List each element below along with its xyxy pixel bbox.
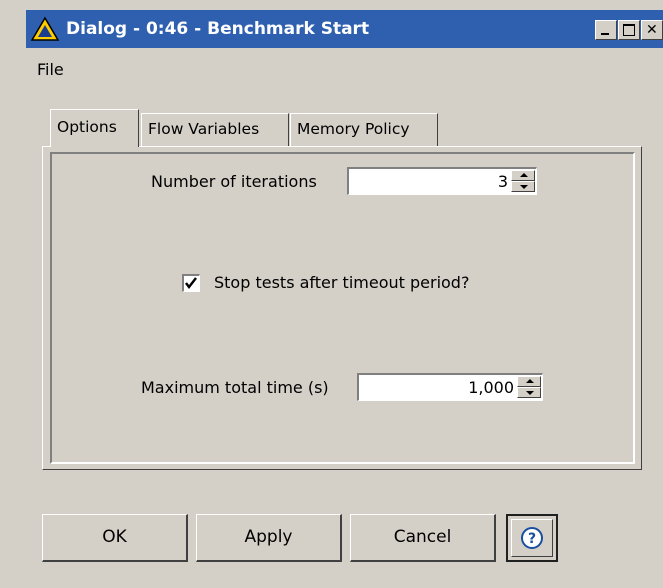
- iterations-decrement-button[interactable]: [511, 181, 535, 192]
- minimize-button[interactable]: [595, 20, 617, 40]
- window-title: Dialog - 0:46 - Benchmark Start: [66, 19, 370, 39]
- title-bar[interactable]: Dialog - 0:46 - Benchmark Start ✕: [26, 10, 663, 48]
- iterations-increment-button[interactable]: [511, 170, 535, 181]
- maximize-button[interactable]: [618, 20, 640, 40]
- checkmark-icon: [185, 277, 197, 289]
- arrow-up-icon: [526, 379, 534, 383]
- apply-button[interactable]: Apply: [196, 514, 342, 562]
- app-warning-icon: [30, 16, 60, 41]
- timeout-checkbox-label[interactable]: Stop tests after timeout period?: [214, 273, 469, 292]
- cancel-button[interactable]: Cancel: [350, 514, 496, 562]
- question-mark-icon: ?: [521, 527, 543, 549]
- arrow-down-icon: [520, 185, 528, 189]
- tab-memory-policy[interactable]: Memory Policy: [290, 113, 438, 146]
- max-time-spinner[interactable]: 1,000: [357, 373, 543, 401]
- iterations-value: 3: [497, 172, 508, 191]
- maximize-icon: [623, 24, 635, 36]
- arrow-up-icon: [520, 173, 528, 177]
- arrow-down-icon: [526, 391, 534, 395]
- iterations-label: Number of iterations: [151, 172, 317, 191]
- svg-text:?: ?: [528, 531, 536, 547]
- tab-flow-variables[interactable]: Flow Variables: [141, 113, 289, 146]
- max-time-label: Maximum total time (s): [141, 378, 329, 397]
- close-button[interactable]: ✕: [641, 20, 663, 40]
- menu-bar: File: [0, 48, 663, 79]
- max-time-decrement-button[interactable]: [517, 387, 541, 398]
- max-time-value: 1,000: [468, 378, 514, 397]
- close-icon: ✕: [646, 22, 658, 38]
- max-time-increment-button[interactable]: [517, 376, 541, 387]
- help-button[interactable]: ?: [506, 514, 558, 562]
- timeout-checkbox[interactable]: [182, 274, 200, 292]
- minimize-icon: [601, 33, 609, 35]
- options-panel: [50, 152, 635, 464]
- tab-options[interactable]: Options: [50, 109, 139, 147]
- menu-file[interactable]: File: [37, 60, 64, 79]
- iterations-spinner[interactable]: 3: [347, 167, 537, 195]
- ok-button[interactable]: OK: [42, 514, 188, 562]
